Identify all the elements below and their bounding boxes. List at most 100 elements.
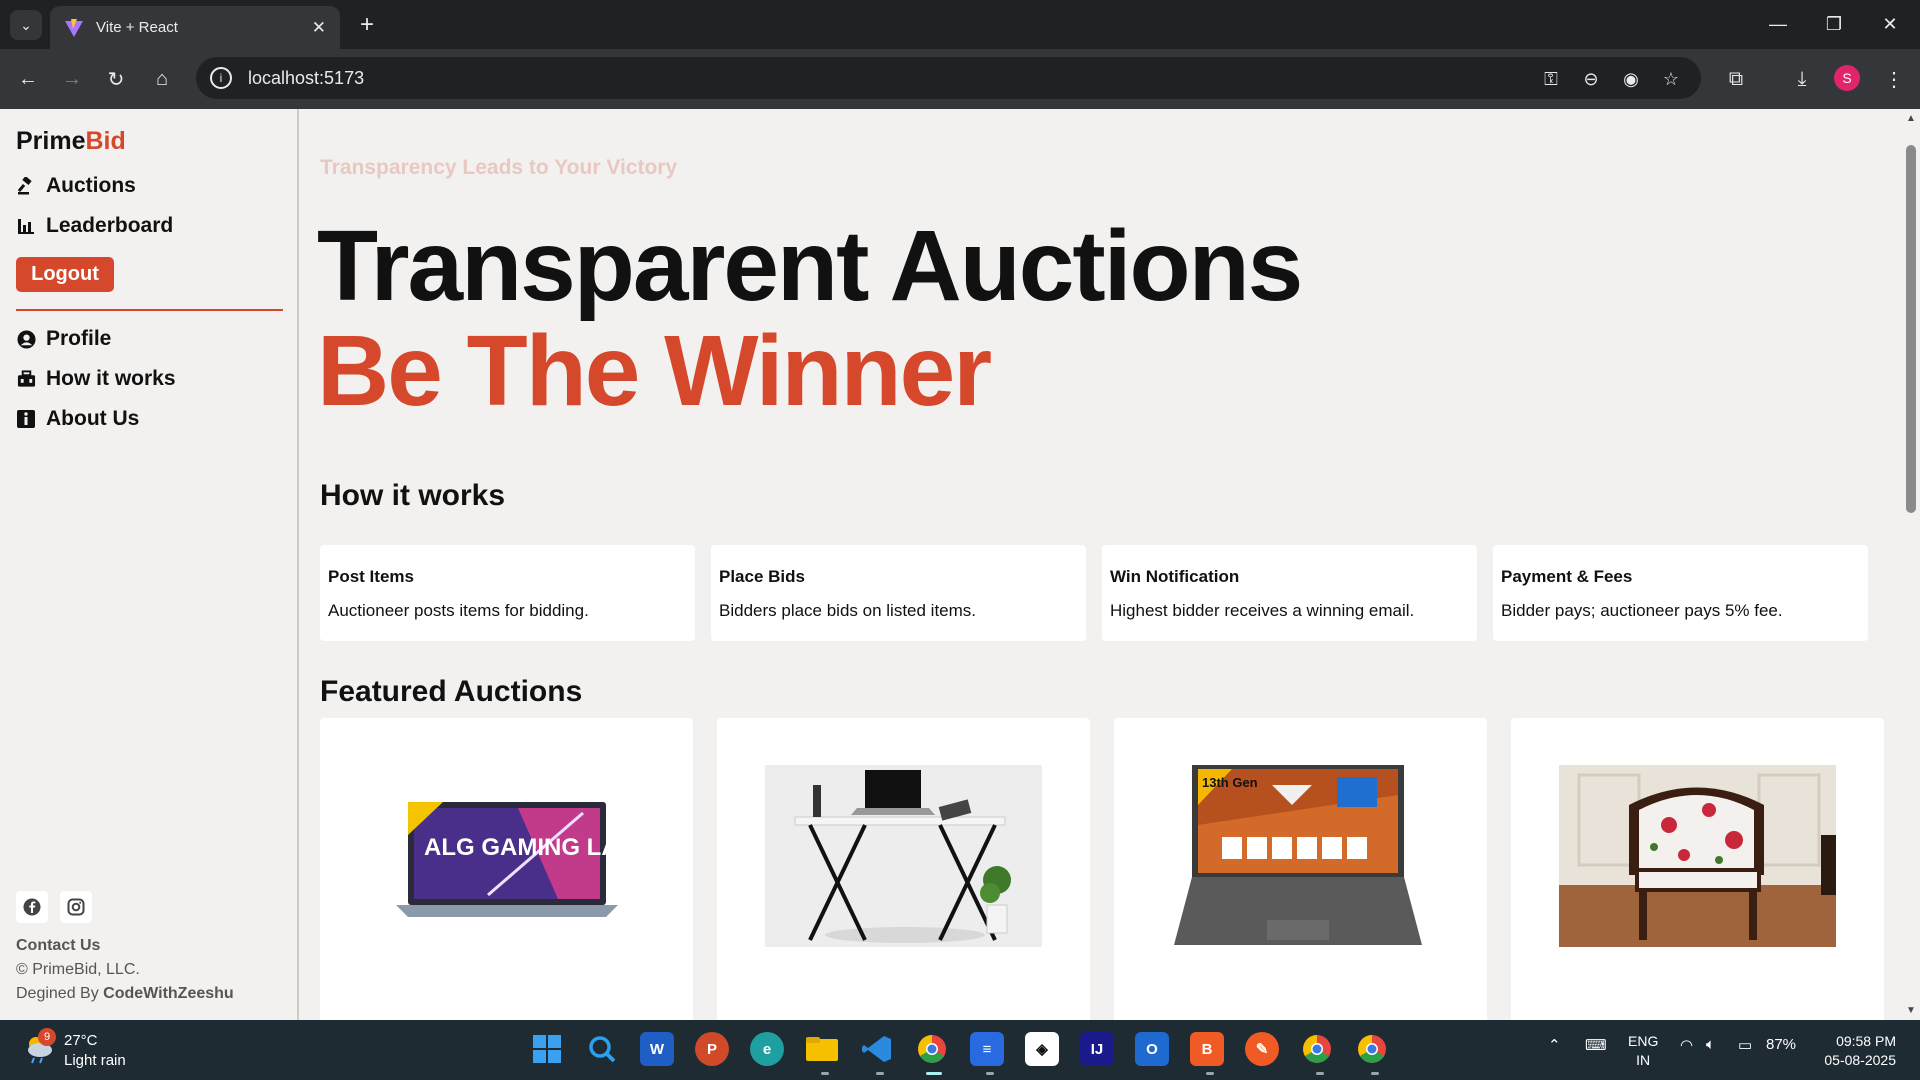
tab-title: Vite + React: [96, 19, 178, 36]
close-tab-icon[interactable]: ✕: [312, 18, 326, 38]
show-hidden-icons-chevron-icon[interactable]: ⌃: [1548, 1036, 1561, 1054]
sidebar-item-label: How it works: [46, 367, 176, 390]
gavel-icon: [16, 176, 36, 196]
chrome-icon[interactable]: [915, 1032, 949, 1066]
brand-logo[interactable]: PrimeBid: [16, 127, 126, 156]
chrome-profile-2-icon[interactable]: [1300, 1032, 1334, 1066]
battery-icon[interactable]: ▭: [1738, 1036, 1752, 1054]
clock-date: 05-08-2025: [1824, 1052, 1896, 1068]
weather-temperature: 27°C: [64, 1032, 98, 1049]
copyright-text: © PrimeBid, LLC.: [16, 961, 140, 978]
auction-card[interactable]: 13th Gen: [1114, 718, 1487, 1020]
new-tab-button[interactable]: +: [352, 10, 382, 40]
auction-card[interactable]: ALG GAMING LAPTOP: [320, 718, 693, 1020]
step-description: Auctioneer posts items for bidding.: [328, 601, 589, 620]
volume-icon[interactable]: 🔈︎: [1706, 1036, 1715, 1053]
weather-description: Light rain: [64, 1052, 126, 1069]
main-content: Transparency Leads to Your Victory Trans…: [301, 109, 1902, 1020]
home-button[interactable]: ⌂: [146, 63, 178, 95]
floral-chair-image: [1559, 765, 1836, 947]
step-title: Place Bids: [719, 567, 805, 586]
hero-tagline: Transparency Leads to Your Victory: [320, 156, 678, 179]
auction-card[interactable]: [1511, 718, 1884, 1020]
study-table-image: [765, 765, 1042, 947]
brand-main: Prime: [16, 127, 86, 155]
running-indicator: [1206, 1072, 1214, 1075]
victus-laptop-image: 13th Gen: [1162, 765, 1439, 947]
weather-alert-badge: 9: [38, 1028, 56, 1046]
sidebar-item-label: Auctions: [46, 174, 136, 197]
instagram-link[interactable]: [60, 891, 92, 923]
running-indicator: [876, 1072, 884, 1075]
active-indicator: [926, 1072, 942, 1075]
address-bar[interactable]: i localhost:5173 ⚿ ⊖ ◉ ☆: [196, 57, 1701, 99]
brave-icon[interactable]: B: [1190, 1032, 1224, 1066]
postman-icon[interactable]: ✎: [1245, 1032, 1279, 1066]
notepad-icon[interactable]: ≡: [970, 1032, 1004, 1066]
extensions-icon[interactable]: ⧉: [1720, 63, 1752, 95]
powerpoint-icon[interactable]: P: [695, 1032, 729, 1066]
language-indicator[interactable]: ENG IN: [1628, 1032, 1658, 1070]
sidebar-item-label: Profile: [46, 327, 112, 350]
sidebar-item-how-it-works[interactable]: How it works: [16, 367, 176, 391]
browser-tabbar: ⌄ Vite + React ✕ + — ❐ ✕: [0, 0, 1920, 49]
browser-toolbar: ← → ↻ ⌂ i localhost:5173 ⚿ ⊖ ◉ ☆ ⧉ ⤓ S ⋮: [0, 49, 1920, 109]
password-key-icon[interactable]: ⚿: [1538, 66, 1564, 92]
windows-start-icon[interactable]: [530, 1032, 564, 1066]
sidebar: PrimeBid Auctions Leaderboard Logout Pro…: [0, 109, 299, 1020]
edge-icon[interactable]: e: [750, 1032, 784, 1066]
step-card: Payment & Fees Bidder pays; auctioneer p…: [1493, 545, 1868, 641]
intellij-icon[interactable]: IJ: [1080, 1032, 1114, 1066]
contact-us-link[interactable]: Contact Us: [16, 937, 100, 955]
running-indicator: [1371, 1072, 1379, 1075]
sidebar-divider: [16, 309, 283, 311]
facebook-link[interactable]: [16, 891, 48, 923]
word-icon[interactable]: W: [640, 1032, 674, 1066]
taskbar: 9 27°C Light rain W P e ≡ ◈ IJ O B ✎ ⌃ ⌨…: [0, 1020, 1920, 1080]
featured-auctions-title: Featured Auctions: [320, 675, 583, 708]
bookmark-star-icon[interactable]: ☆: [1658, 66, 1684, 92]
keyboard-icon[interactable]: ⌨: [1585, 1036, 1607, 1054]
auction-card[interactable]: [717, 718, 1090, 1020]
browser-tab[interactable]: Vite + React ✕: [50, 6, 340, 49]
designer-link[interactable]: CodeWithZeeshu: [103, 985, 234, 1002]
outlook-icon[interactable]: O: [1135, 1032, 1169, 1066]
laptop-badge-text: 13th Gen: [1202, 775, 1258, 790]
sidebar-item-profile[interactable]: Profile: [16, 327, 111, 351]
sidebar-item-about-us[interactable]: About Us: [16, 407, 139, 431]
forward-button[interactable]: →: [56, 63, 88, 95]
downloads-icon[interactable]: ⤓: [1786, 63, 1818, 95]
scroll-up-arrow-icon[interactable]: ▲: [1906, 113, 1916, 124]
close-window-button[interactable]: ✕: [1868, 8, 1912, 40]
file-explorer-icon[interactable]: [805, 1032, 839, 1066]
wifi-icon[interactable]: ◠: [1680, 1036, 1693, 1054]
profile-avatar[interactable]: S: [1834, 65, 1860, 91]
sidebar-item-auctions[interactable]: Auctions: [16, 174, 136, 198]
app-cube-icon[interactable]: ◈: [1025, 1032, 1059, 1066]
eye-icon[interactable]: ◉: [1618, 66, 1644, 92]
hero-subheading: Be The Winner: [317, 315, 992, 427]
running-indicator: [986, 1072, 994, 1075]
site-info-icon[interactable]: i: [210, 67, 232, 89]
step-description: Bidders place bids on listed items.: [719, 601, 977, 620]
zoom-icon[interactable]: ⊖: [1578, 66, 1604, 92]
vite-favicon-icon: [65, 18, 83, 37]
minimize-button[interactable]: —: [1756, 8, 1800, 40]
vscode-icon[interactable]: [860, 1032, 894, 1066]
chrome-profile-3-icon[interactable]: [1355, 1032, 1389, 1066]
browser-menu-icon[interactable]: ⋮: [1878, 63, 1910, 95]
brand-accent: Bid: [85, 127, 126, 155]
logout-button[interactable]: Logout: [16, 257, 114, 292]
info-icon: [16, 409, 36, 429]
scroll-down-arrow-icon[interactable]: ▼: [1906, 1005, 1916, 1016]
clock[interactable]: 09:58 PM 05-08-2025: [1816, 1032, 1896, 1070]
tab-search-button[interactable]: ⌄: [10, 10, 42, 40]
search-icon[interactable]: [585, 1032, 619, 1066]
scrollbar-thumb[interactable]: [1906, 145, 1916, 513]
back-button[interactable]: ←: [12, 63, 44, 95]
page-scrollbar[interactable]: ▲ ▼: [1902, 109, 1920, 1020]
restore-button[interactable]: ❐: [1812, 8, 1856, 40]
sidebar-item-leaderboard[interactable]: Leaderboard: [16, 214, 173, 238]
step-card: Post Items Auctioneer posts items for bi…: [320, 545, 695, 641]
reload-button[interactable]: ↻: [100, 63, 132, 95]
